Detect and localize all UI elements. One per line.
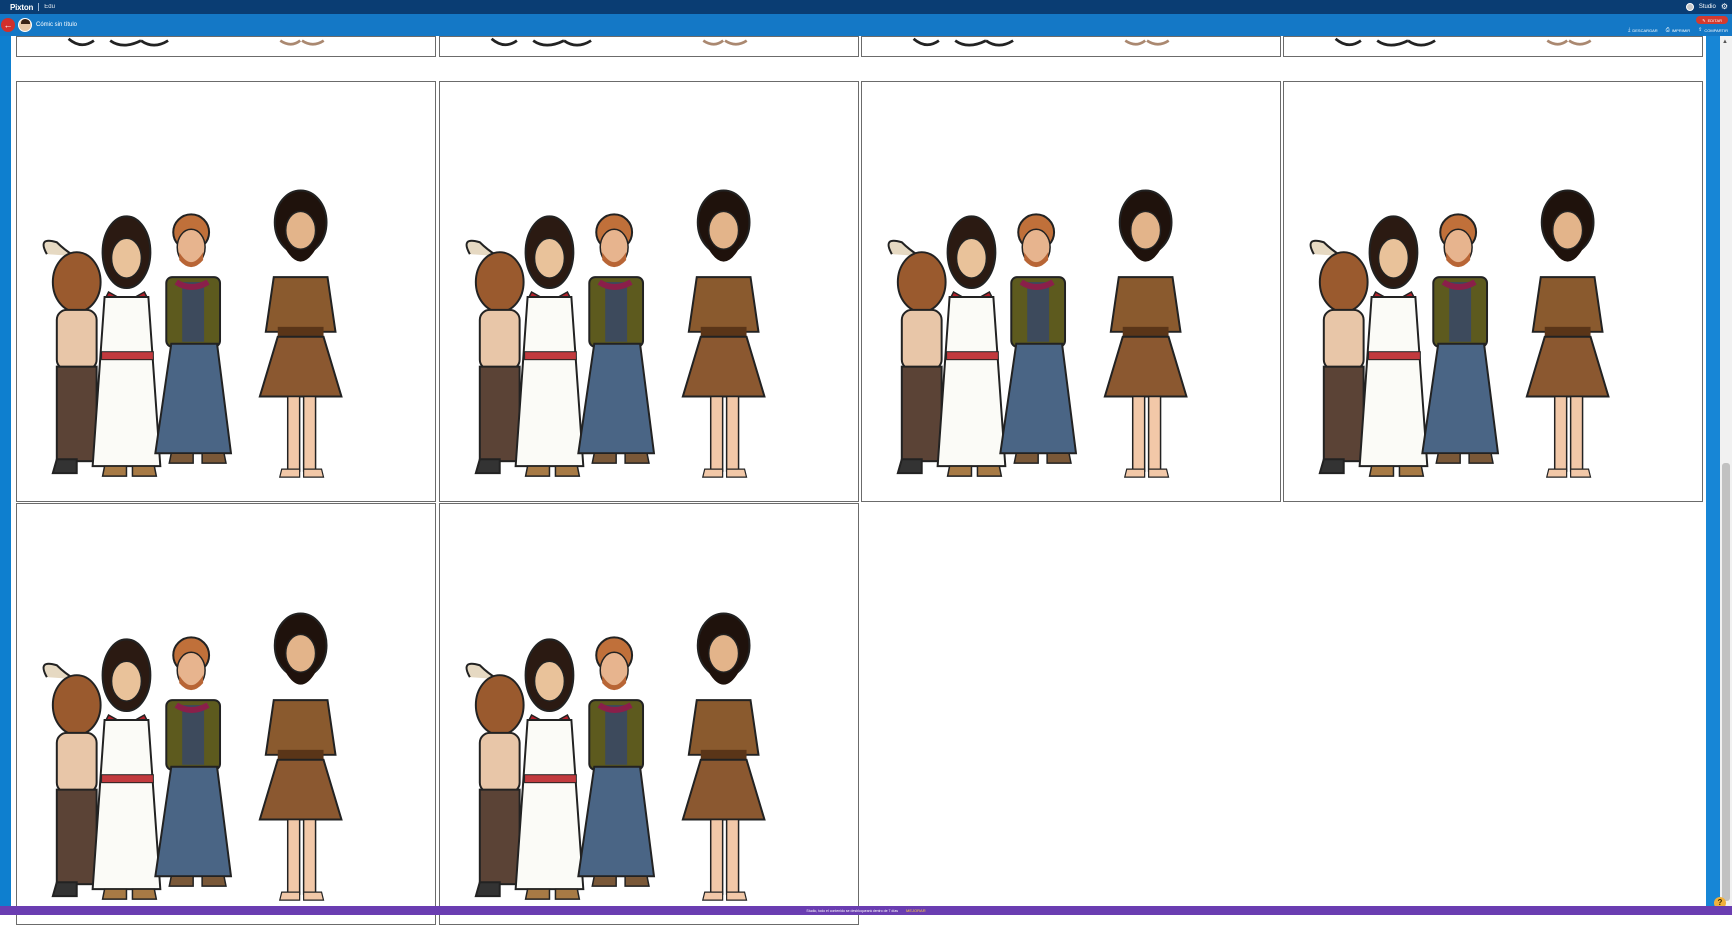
download-icon: ⤓ xyxy=(1628,27,1631,33)
edit-button[interactable]: ✎ EDITAR xyxy=(1696,16,1728,24)
panel-scene xyxy=(465,189,766,478)
tunic-figure xyxy=(258,612,343,901)
panel-scene xyxy=(42,612,343,901)
faun-figure xyxy=(42,662,102,898)
arrow-left-icon: ← xyxy=(3,19,13,30)
comic-panel[interactable] xyxy=(439,503,859,925)
right-margin xyxy=(1706,36,1720,906)
share-icon: ⇪ xyxy=(1698,27,1703,33)
panel-feet xyxy=(67,37,325,47)
robed-figure xyxy=(936,215,1007,477)
trial-message: Studio, todo el contenido se desbloquear… xyxy=(806,908,899,913)
comic-title[interactable]: Cómic sin título xyxy=(36,22,77,28)
panel-scene xyxy=(42,189,343,478)
ginger-figure xyxy=(577,213,656,464)
panel-feet xyxy=(490,37,748,47)
share-label: COMPARTIR xyxy=(1704,27,1728,33)
print-button[interactable]: ⎙ IMPRIMIR xyxy=(1666,27,1690,33)
comic-panel[interactable] xyxy=(16,503,436,925)
upgrade-link[interactable]: MEJORAR xyxy=(906,908,926,913)
download-label: DESCARGAR xyxy=(1632,27,1658,33)
brand-divider xyxy=(38,3,40,11)
robed-figure xyxy=(514,638,585,900)
faun-figure xyxy=(465,239,525,475)
product-name: Edu xyxy=(44,4,55,10)
faun-figure xyxy=(465,662,525,898)
comic-panel-partial[interactable] xyxy=(16,36,436,57)
robed-figure xyxy=(1358,215,1429,477)
user-avatar[interactable] xyxy=(1685,3,1694,11)
panel-scene xyxy=(465,612,766,901)
robed-figure xyxy=(91,638,162,900)
download-button[interactable]: ⤓ DESCARGAR xyxy=(1628,27,1658,33)
comic-avatar xyxy=(18,18,32,32)
gear-icon[interactable]: ⚙ xyxy=(1721,3,1728,11)
user-name[interactable]: Studio xyxy=(1699,4,1716,10)
ginger-figure xyxy=(154,636,233,887)
print-icon: ⎙ xyxy=(1665,27,1670,33)
faun-figure xyxy=(42,239,102,475)
comic-toolbar: ← Cómic sin título ⤓ DESCARGAR ⎙ IMPRIMI… xyxy=(0,14,1732,36)
app-header: Pixton Edu Studio ⚙ xyxy=(0,0,1732,14)
panel-feet xyxy=(912,37,1170,47)
scroll-up-icon[interactable]: ▲ xyxy=(1722,39,1728,45)
brand-logo[interactable]: Pixton xyxy=(10,3,33,12)
ginger-figure xyxy=(154,213,233,464)
comic-panel-partial[interactable] xyxy=(1283,36,1703,57)
faun-figure xyxy=(1309,239,1369,475)
tunic-figure xyxy=(681,189,766,478)
print-label: IMPRIMIR xyxy=(1671,27,1691,33)
ginger-figure xyxy=(577,636,656,887)
scrollbar-thumb[interactable] xyxy=(1722,463,1730,901)
tunic-figure xyxy=(258,189,343,478)
ginger-figure xyxy=(999,213,1078,464)
comic-panel[interactable] xyxy=(16,81,436,502)
comic-panel[interactable] xyxy=(861,81,1281,502)
robed-figure xyxy=(514,215,585,477)
comic-panel-partial[interactable] xyxy=(861,36,1281,57)
comic-panel[interactable] xyxy=(439,81,859,502)
ginger-figure xyxy=(1421,213,1500,464)
trial-banner: Studio, todo el contenido se desbloquear… xyxy=(0,906,1732,915)
share-button[interactable]: ⇪ COMPARTIR xyxy=(1698,27,1728,33)
panel-feet xyxy=(1334,37,1592,47)
edit-label: EDITAR xyxy=(1707,17,1722,23)
tunic-figure xyxy=(1103,189,1188,478)
pencil-icon: ✎ xyxy=(1702,17,1706,23)
comic-panel[interactable] xyxy=(1283,81,1703,502)
back-button[interactable]: ← xyxy=(1,18,15,32)
robed-figure xyxy=(91,215,162,477)
user-area: Studio ⚙ xyxy=(1685,3,1728,11)
left-margin xyxy=(0,36,11,906)
comic-panel-partial[interactable] xyxy=(439,36,859,57)
tunic-figure xyxy=(681,612,766,901)
panel-scene xyxy=(1309,189,1610,478)
panel-scene xyxy=(887,189,1188,478)
faun-figure xyxy=(887,239,947,475)
tunic-figure xyxy=(1525,189,1610,478)
